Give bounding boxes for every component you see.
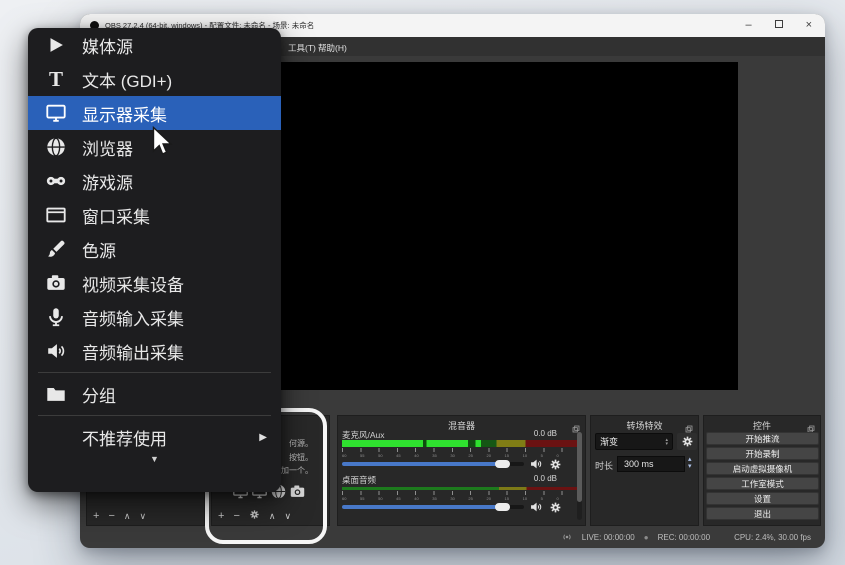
rec-time: REC: 00:00:00 xyxy=(658,533,710,542)
start-recording-button[interactable]: 开始录制 xyxy=(706,447,819,460)
volume-meter xyxy=(342,440,580,447)
close-button[interactable]: × xyxy=(806,20,812,31)
volume-meter xyxy=(342,487,580,490)
menu-item-window-capture[interactable]: 窗口采集 xyxy=(28,198,281,232)
statusbar: LIVE: 00:00:00 ● REC: 00:00:00 CPU: 2.4%… xyxy=(561,531,811,543)
maximize-icon xyxy=(775,20,783,28)
window-icon xyxy=(44,203,68,227)
scene-down-button[interactable]: ∨ xyxy=(139,512,146,521)
menu-item-color-source[interactable]: 色源 xyxy=(28,232,281,266)
transitions-title: 转场特效 xyxy=(591,419,698,432)
live-time: LIVE: 00:00:00 xyxy=(582,533,635,542)
globe-icon xyxy=(44,135,68,159)
cpu-fps-stats: CPU: 2.4%, 30.00 fps xyxy=(734,533,811,542)
popout-icon[interactable] xyxy=(807,420,815,428)
start-streaming-button[interactable]: 开始推流 xyxy=(706,432,819,445)
minimize-button[interactable]: – xyxy=(745,20,751,31)
menu-item-audio-output-capture[interactable]: 音频输出采集 xyxy=(28,334,281,368)
mixer-channel-db: 0.0 dB xyxy=(534,474,557,483)
controls-panel: 控件 开始推流 开始录制 启动虚拟摄像机 工作室模式 设置 退出 xyxy=(703,415,821,526)
slider-handle[interactable] xyxy=(495,460,510,468)
add-scene-button[interactable]: + xyxy=(93,511,99,522)
scene-up-button[interactable]: ∧ xyxy=(124,512,131,521)
meter-ticks xyxy=(342,448,580,452)
maximize-button[interactable] xyxy=(775,20,783,31)
menu-scroll-down-icon[interactable]: ▼ xyxy=(28,454,281,466)
exit-button[interactable]: 退出 xyxy=(706,507,819,520)
menu-item-media-source[interactable]: 媒体源 xyxy=(28,28,281,62)
rec-dot-icon: ● xyxy=(644,533,649,542)
caret-down-icon: ▾ xyxy=(665,442,668,446)
scrollbar-thumb[interactable] xyxy=(577,432,582,502)
transition-selected-value: 渐变 xyxy=(600,435,618,448)
menu-item-deprecated[interactable]: 不推荐使用 ▶ xyxy=(28,420,281,454)
brush-icon xyxy=(44,237,68,261)
slider-fill xyxy=(342,462,509,466)
duration-input[interactable]: 300 ms xyxy=(617,456,685,472)
slider-handle[interactable] xyxy=(495,503,510,511)
folder-icon xyxy=(44,382,68,406)
submenu-arrow-icon: ▶ xyxy=(259,432,267,443)
mouse-cursor xyxy=(152,126,174,163)
transition-select[interactable]: 渐变 ▴ ▾ xyxy=(595,433,673,450)
start-virtual-camera-button[interactable]: 启动虚拟摄像机 xyxy=(706,462,819,475)
settings-button[interactable]: 设置 xyxy=(706,492,819,505)
menubar-item-tools[interactable]: 工具(T) xyxy=(288,42,316,54)
gamepad-icon xyxy=(44,169,68,193)
volume-slider[interactable] xyxy=(342,503,524,511)
text-icon: T xyxy=(44,67,68,91)
select-spinner[interactable]: ▴ ▾ xyxy=(665,438,668,446)
add-source-context-menu: 媒体源 T 文本 (GDI+) 显示器采集 浏览器 游戏源 窗口采集 色源 xyxy=(28,28,281,492)
remove-scene-button[interactable]: − xyxy=(108,511,114,522)
microphone-icon xyxy=(44,305,68,329)
menu-item-display-capture[interactable]: 显示器采集 xyxy=(28,96,281,130)
camera-icon xyxy=(44,271,68,295)
mute-speaker-icon[interactable] xyxy=(529,500,543,514)
menubar-item-help[interactable]: 帮助(H) xyxy=(318,42,347,54)
meter-ticks xyxy=(342,491,580,495)
broadcast-icon xyxy=(561,531,573,543)
menu-item-group[interactable]: 分组 xyxy=(28,377,281,411)
volume-slider[interactable] xyxy=(342,460,524,468)
speaker-icon xyxy=(44,339,68,363)
transition-settings-button[interactable] xyxy=(677,433,697,450)
popout-icon[interactable] xyxy=(572,420,580,428)
caret-down-icon: ▾ xyxy=(688,463,692,470)
studio-mode-button[interactable]: 工作室模式 xyxy=(706,477,819,490)
scenes-toolbar: + − ∧ ∨ xyxy=(87,509,204,523)
channel-settings-gear-icon[interactable] xyxy=(549,458,562,471)
duration-spinner[interactable]: ▴ ▾ xyxy=(688,456,692,470)
duration-label: 时长 xyxy=(595,459,613,472)
menu-separator xyxy=(38,415,271,416)
popout-icon[interactable] xyxy=(685,420,693,428)
menu-item-video-capture-device[interactable]: 视频采集设备 xyxy=(28,266,281,300)
monitor-icon xyxy=(44,101,68,125)
caret-up-icon: ▴ xyxy=(688,456,692,463)
menu-separator xyxy=(38,372,271,373)
audio-mixer-panel: 混音器 麦克风/Aux 0.0 dB 60 55 50 45 40 35 30 … xyxy=(337,415,586,526)
controls-title: 控件 xyxy=(704,419,820,432)
duration-value: 300 ms xyxy=(624,459,654,469)
channel-settings-gear-icon[interactable] xyxy=(549,501,562,514)
mute-speaker-icon[interactable] xyxy=(529,457,543,471)
screenshot-background: OBS 27.2.4 (64-bit, windows) - 配置文件: 未命名… xyxy=(0,0,845,565)
scene-transitions-panel: 转场特效 渐变 ▴ ▾ 时长 300 ms ▴ ▾ xyxy=(590,415,699,526)
mixer-channel-db: 0.0 dB xyxy=(534,429,557,438)
slider-fill xyxy=(342,505,509,509)
mixer-channel-name: 桌面音频 xyxy=(342,474,376,486)
media-play-icon xyxy=(44,33,68,57)
menu-item-audio-input-capture[interactable]: 音频输入采集 xyxy=(28,300,281,334)
mixer-scrollbar[interactable] xyxy=(577,432,582,520)
menu-item-game-capture[interactable]: 游戏源 xyxy=(28,164,281,198)
menu-item-text-gdi[interactable]: T 文本 (GDI+) xyxy=(28,62,281,96)
